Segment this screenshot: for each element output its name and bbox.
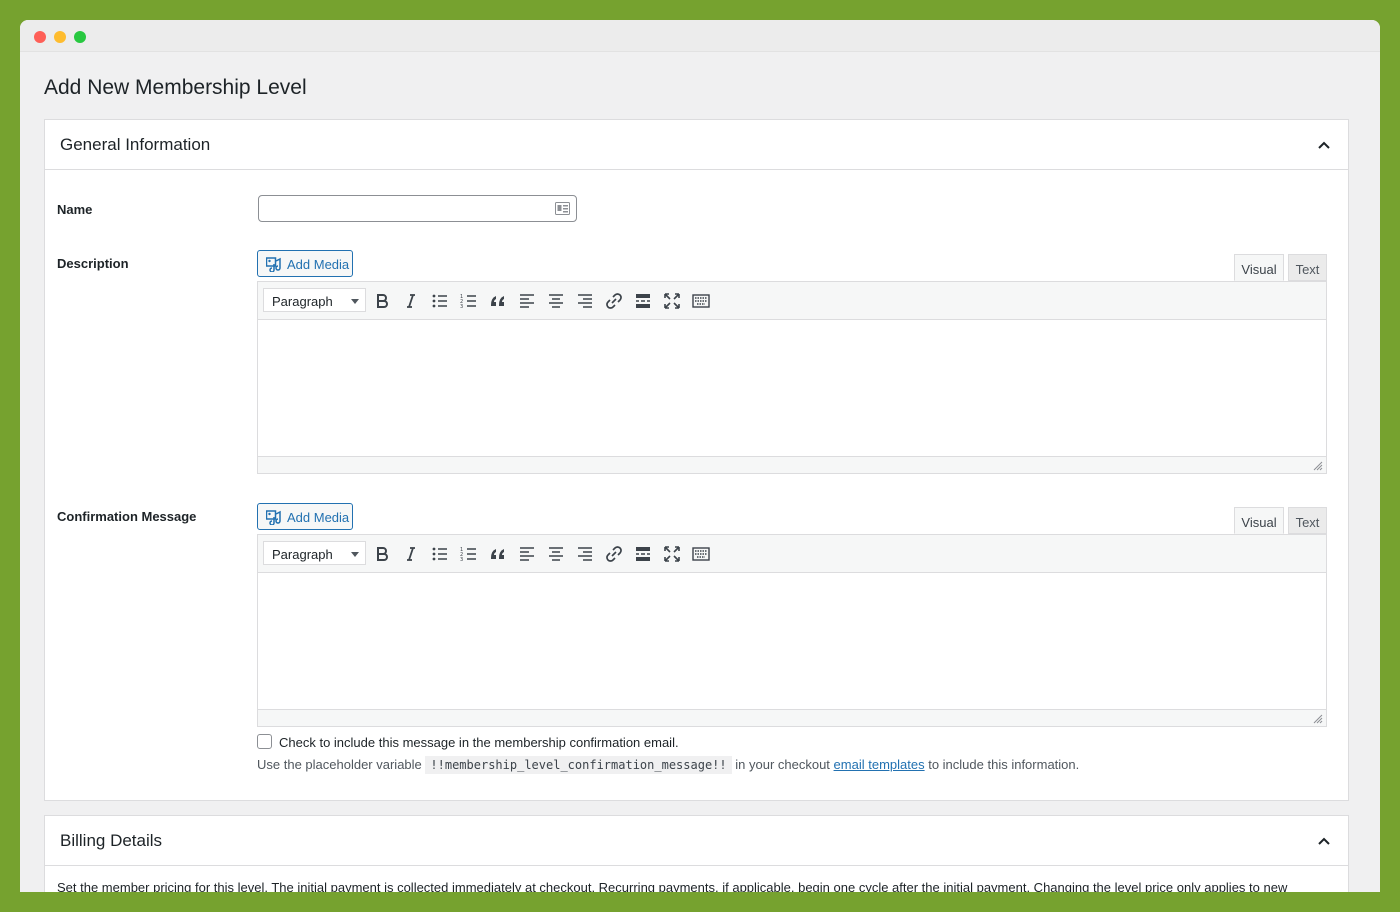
read-more-icon[interactable] bbox=[633, 544, 653, 564]
general-information-title: General Information bbox=[60, 135, 211, 154]
format-select-value: Paragraph bbox=[272, 547, 333, 562]
svg-text:3: 3 bbox=[460, 304, 463, 310]
window-titlebar bbox=[20, 20, 1380, 52]
bold-icon[interactable] bbox=[372, 291, 392, 311]
italic-icon[interactable] bbox=[401, 544, 421, 564]
confirmation-message-editor: Add Media Visual Text Paragraph 123 bbox=[257, 503, 1327, 728]
hint-middle: in your checkout bbox=[735, 757, 830, 772]
blockquote-icon[interactable] bbox=[488, 544, 508, 564]
align-right-icon[interactable] bbox=[575, 544, 595, 564]
hint-suffix: to include this information. bbox=[928, 757, 1080, 772]
link-icon[interactable] bbox=[604, 291, 624, 311]
resize-handle-icon[interactable] bbox=[1313, 714, 1323, 724]
placeholder-hint: Use the placeholder variable !!membershi… bbox=[257, 756, 1080, 774]
billing-description: Set the member pricing for this level. T… bbox=[57, 880, 1288, 892]
close-window-button[interactable] bbox=[34, 31, 46, 43]
align-right-icon[interactable] bbox=[575, 291, 595, 311]
blockquote-icon[interactable] bbox=[488, 291, 508, 311]
align-left-icon[interactable] bbox=[517, 291, 537, 311]
italic-icon[interactable] bbox=[401, 291, 421, 311]
maximize-window-button[interactable] bbox=[74, 31, 86, 43]
align-center-icon[interactable] bbox=[546, 544, 566, 564]
description-label: Description bbox=[57, 256, 129, 271]
add-media-button[interactable]: Add Media bbox=[257, 250, 353, 277]
editor-status-bar bbox=[258, 709, 1326, 726]
bullet-list-icon[interactable] bbox=[430, 291, 450, 311]
tab-text[interactable]: Text bbox=[1288, 507, 1327, 534]
contact-card-icon bbox=[555, 202, 570, 215]
resize-handle-icon[interactable] bbox=[1313, 461, 1323, 471]
editor-status-bar bbox=[258, 456, 1326, 473]
minimize-window-button[interactable] bbox=[54, 31, 66, 43]
hint-prefix: Use the placeholder variable bbox=[257, 757, 422, 772]
include-in-email-label[interactable]: Check to include this message in the mem… bbox=[279, 735, 679, 750]
general-information-panel: General Information Name Description Add… bbox=[44, 119, 1349, 801]
description-editor-frame: Paragraph 123 bbox=[257, 281, 1327, 474]
browser-window: Add New Membership Level General Informa… bbox=[20, 20, 1380, 892]
add-media-label: Add Media bbox=[287, 257, 350, 272]
editor-toolbar: Paragraph 123 bbox=[258, 535, 1326, 573]
bold-icon[interactable] bbox=[372, 544, 392, 564]
name-field-wrapper bbox=[258, 195, 577, 222]
general-information-header[interactable]: General Information bbox=[45, 120, 1348, 170]
numbered-list-icon[interactable]: 123 bbox=[459, 544, 479, 564]
tab-visual[interactable]: Visual bbox=[1234, 507, 1284, 534]
fullscreen-icon[interactable] bbox=[662, 291, 682, 311]
confirmation-editor-frame: Paragraph 123 bbox=[257, 534, 1327, 727]
chevron-up-icon[interactable] bbox=[1316, 833, 1332, 849]
chevron-down-icon bbox=[351, 299, 359, 304]
numbered-list-icon[interactable]: 123 bbox=[459, 291, 479, 311]
page-title: Add New Membership Level bbox=[44, 76, 307, 99]
fullscreen-icon[interactable] bbox=[662, 544, 682, 564]
chevron-up-icon[interactable] bbox=[1316, 137, 1332, 153]
toolbar-toggle-icon[interactable] bbox=[691, 544, 711, 564]
toolbar-toggle-icon[interactable] bbox=[691, 291, 711, 311]
link-icon[interactable] bbox=[604, 544, 624, 564]
add-media-icon bbox=[266, 510, 281, 525]
tab-text[interactable]: Text bbox=[1288, 254, 1327, 281]
align-left-icon[interactable] bbox=[517, 544, 537, 564]
billing-details-header[interactable]: Billing Details bbox=[45, 816, 1348, 866]
name-label: Name bbox=[57, 202, 93, 217]
email-templates-link[interactable]: email templates bbox=[834, 757, 925, 772]
format-select[interactable]: Paragraph bbox=[263, 288, 366, 312]
svg-text:3: 3 bbox=[460, 557, 463, 563]
chevron-down-icon bbox=[351, 552, 359, 557]
billing-details-panel: Billing Details Set the member pricing f… bbox=[44, 815, 1349, 892]
add-media-icon bbox=[266, 257, 281, 272]
billing-details-title: Billing Details bbox=[60, 831, 163, 850]
align-center-icon[interactable] bbox=[546, 291, 566, 311]
confirmation-message-label: Confirmation Message bbox=[57, 509, 197, 524]
editor-toolbar: Paragraph 123 bbox=[258, 282, 1326, 320]
name-input[interactable] bbox=[259, 196, 549, 221]
add-media-button[interactable]: Add Media bbox=[257, 503, 353, 530]
read-more-icon[interactable] bbox=[633, 291, 653, 311]
placeholder-variable-code: !!membership_level_confirmation_message!… bbox=[425, 756, 732, 774]
add-media-label: Add Media bbox=[287, 510, 350, 525]
format-select[interactable]: Paragraph bbox=[263, 541, 366, 565]
description-editor: Add Media Visual Text Paragraph 123 bbox=[257, 250, 1327, 475]
include-in-email-checkbox[interactable] bbox=[257, 734, 272, 749]
format-select-value: Paragraph bbox=[272, 294, 333, 309]
bullet-list-icon[interactable] bbox=[430, 544, 450, 564]
tab-visual[interactable]: Visual bbox=[1234, 254, 1284, 281]
